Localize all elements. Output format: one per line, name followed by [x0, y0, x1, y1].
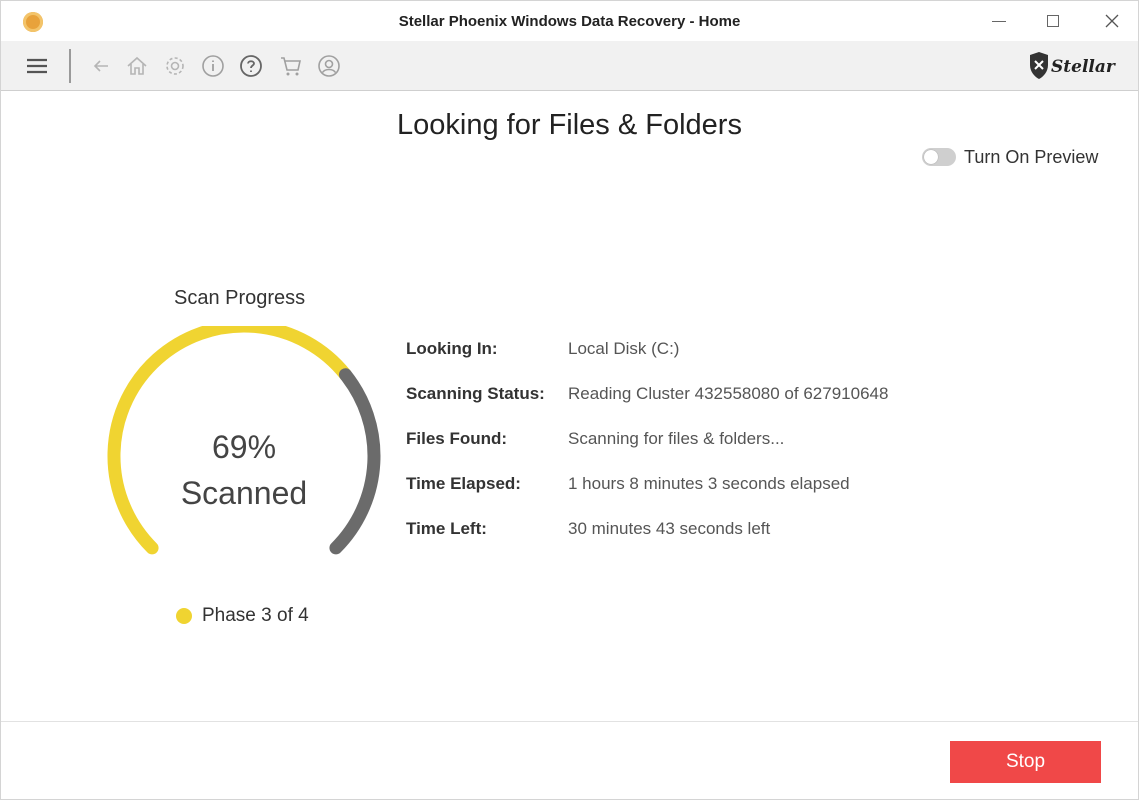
page-title: Looking for Files & Folders — [397, 109, 742, 141]
toggle-switch[interactable] — [922, 148, 956, 166]
info-icon — [202, 55, 224, 77]
minimize-button[interactable] — [979, 7, 1019, 35]
detail-label: Looking In: — [406, 339, 498, 358]
phase-text: Phase 3 of 4 — [202, 605, 309, 626]
scan-percent: 69% — [211, 429, 277, 465]
maximize-icon — [1047, 15, 1059, 27]
phase-dot — [176, 608, 192, 624]
help-icon — [240, 55, 262, 77]
maximize-button[interactable] — [1033, 7, 1073, 35]
close-icon — [1105, 14, 1119, 28]
settings-icon — [166, 57, 184, 75]
shield-icon — [1030, 52, 1048, 79]
logo-text: Stellar — [1051, 57, 1115, 77]
scan-progress-label: Scan Progress — [174, 287, 306, 309]
detail-label: Time Left: — [406, 519, 487, 538]
toggle-knob — [924, 150, 938, 164]
title-bar: Stellar Phoenix Windows Data Recovery - … — [1, 1, 1138, 41]
stellar-logo: Stellar — [1023, 47, 1123, 85]
phase-indicator: Phase 3 of 4 — [176, 605, 309, 627]
user-icon — [318, 55, 340, 77]
detail-label: Scanning Status: — [406, 384, 545, 403]
detail-value: 30 minutes 43 seconds left — [568, 519, 771, 538]
home-icon — [127, 56, 147, 75]
detail-label: Time Elapsed: — [406, 474, 521, 493]
app-window: Stellar Phoenix Windows Data Recovery - … — [0, 0, 1139, 800]
footer-divider — [1, 721, 1138, 722]
cart-icon — [281, 57, 301, 76]
detail-value: Scanning for files & folders... — [568, 429, 785, 448]
user-button[interactable] — [315, 52, 343, 80]
close-button[interactable] — [1092, 7, 1132, 35]
back-button[interactable] — [87, 52, 115, 80]
detail-value: Local Disk (C:) — [568, 339, 680, 358]
help-button[interactable] — [237, 52, 265, 80]
minimize-icon — [992, 20, 1006, 22]
cart-button[interactable] — [277, 52, 305, 80]
info-button[interactable] — [199, 52, 227, 80]
window-title: Stellar Phoenix Windows Data Recovery - … — [398, 13, 741, 30]
menu-icon — [27, 58, 47, 74]
toolbar-separator — [69, 49, 71, 83]
preview-toggle-label: Turn On Preview — [964, 146, 1099, 167]
toolbar: Stellar — [1, 41, 1138, 91]
settings-button[interactable] — [161, 52, 189, 80]
menu-button[interactable] — [23, 52, 51, 80]
detail-value: Reading Cluster 432558080 of 627910648 — [568, 384, 889, 403]
detail-label: Files Found: — [406, 429, 508, 448]
preview-toggle[interactable]: Turn On Preview — [922, 147, 1098, 167]
back-icon — [93, 60, 108, 72]
stop-button[interactable]: Stop — [950, 741, 1101, 783]
home-button[interactable] — [123, 52, 151, 80]
scan-scanned-label: Scanned — [180, 475, 308, 511]
detail-value: 1 hours 8 minutes 3 seconds elapsed — [568, 474, 850, 493]
